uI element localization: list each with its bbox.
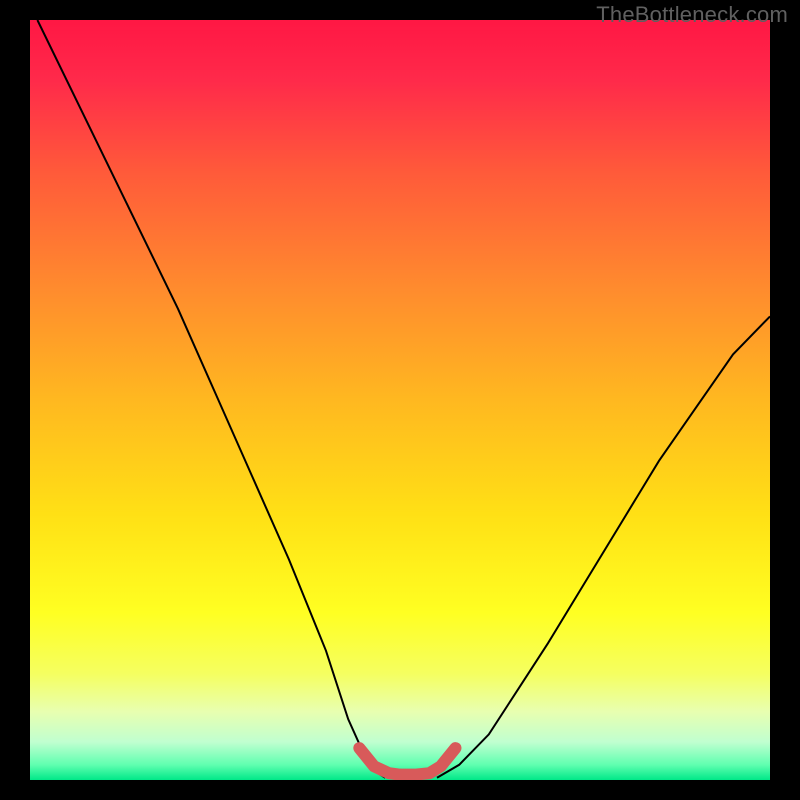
- chart-plot: [30, 20, 770, 780]
- chart-container: TheBottleneck.com: [0, 0, 800, 800]
- watermark-text: TheBottleneck.com: [596, 2, 788, 28]
- chart-background: [30, 20, 770, 780]
